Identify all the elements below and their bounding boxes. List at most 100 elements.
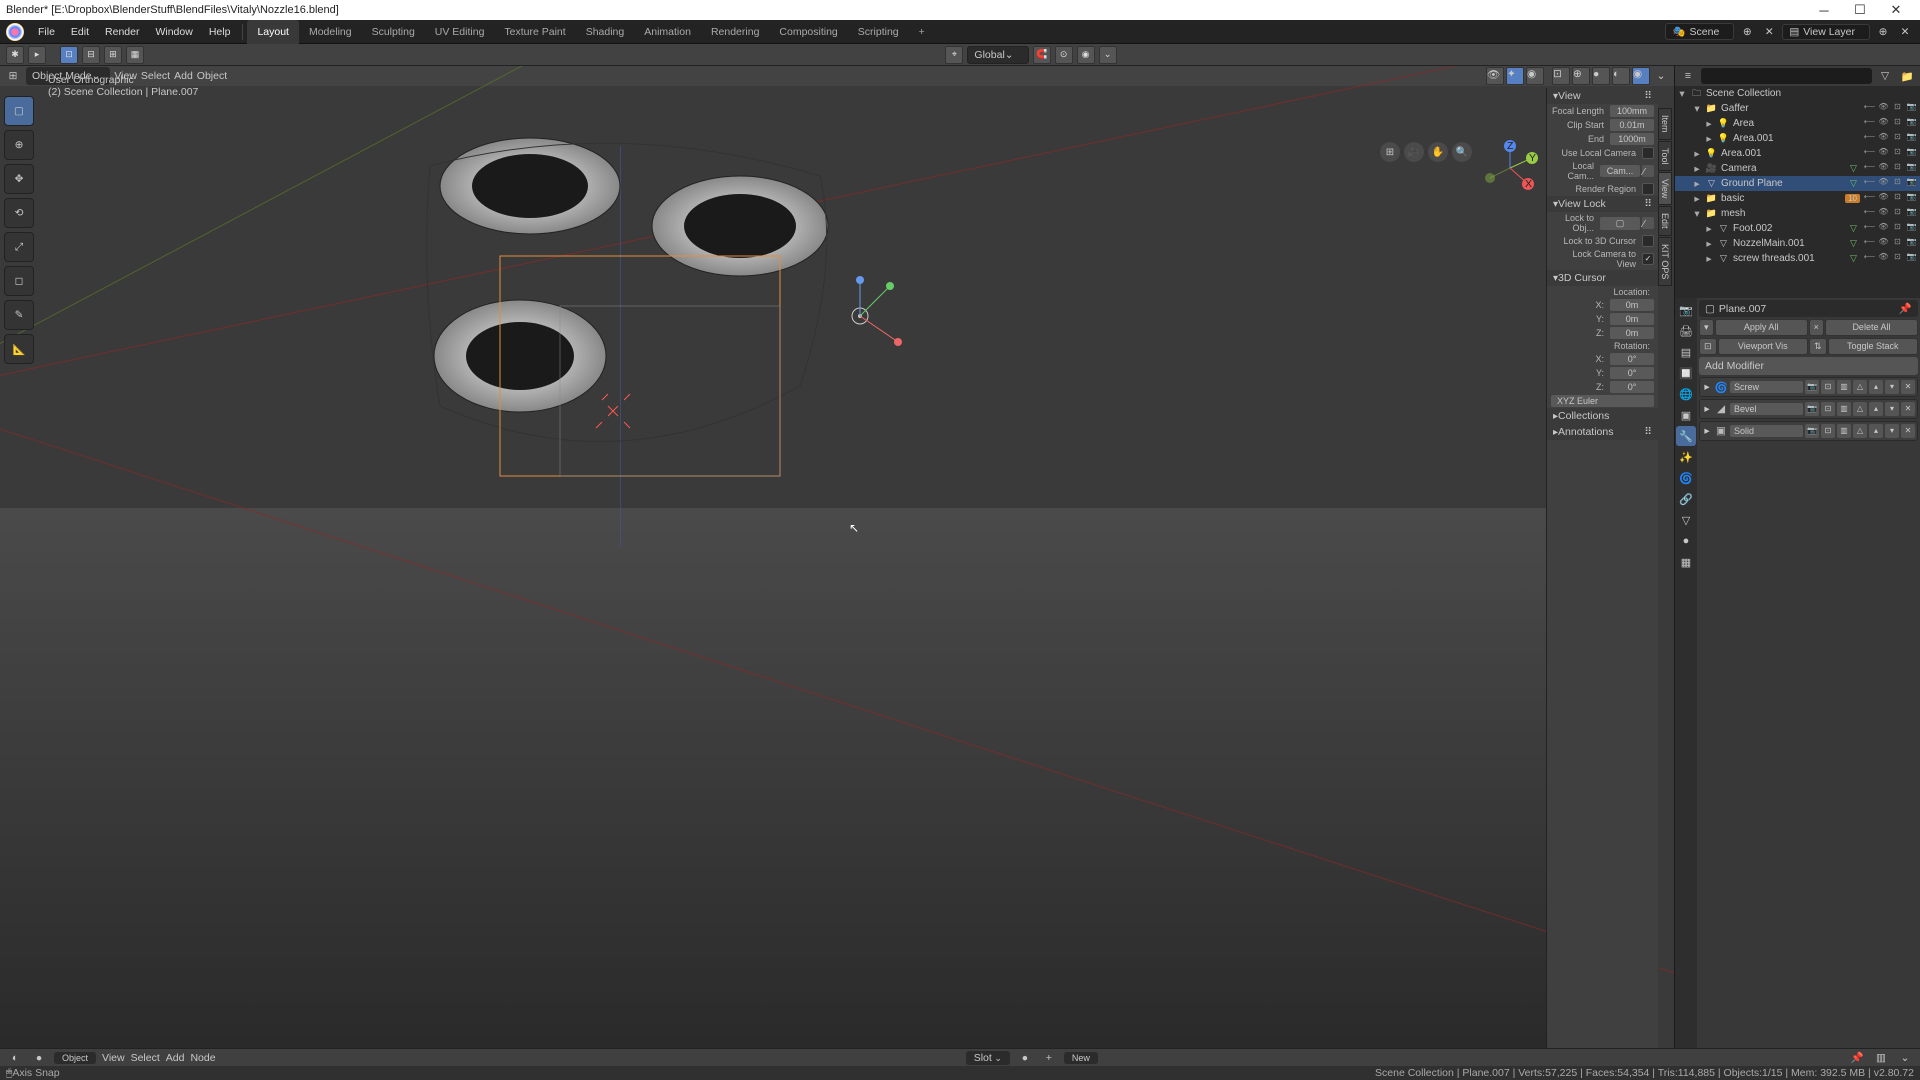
snap-vert-icon[interactable]: ⊡ (60, 46, 78, 64)
ptab-world-icon[interactable]: 🌐 (1676, 384, 1696, 404)
chevron-icon[interactable]: ▸ (1704, 223, 1714, 235)
outliner-item[interactable]: ▸▽Foot.002▽⟵👁⊡📷 (1675, 221, 1920, 236)
collapse-all-icon[interactable]: ▾ (1699, 319, 1714, 336)
toggle-stack-button[interactable]: Toggle Stack (1828, 338, 1918, 355)
ptab-physics-icon[interactable]: 🌀 (1676, 468, 1696, 488)
mod-render-icon[interactable]: 📷 (1805, 402, 1819, 416)
ptab-texture-icon[interactable]: ▦ (1676, 552, 1696, 572)
outliner-type-icon[interactable]: ≡ (1679, 67, 1697, 85)
disable-render-icon[interactable]: 📷 (1905, 132, 1918, 145)
chevron-icon[interactable]: ▸ (1704, 118, 1714, 130)
modifier-name-field[interactable]: Bevel (1730, 403, 1803, 415)
menu-window[interactable]: Window (147, 20, 200, 44)
mod-up-icon[interactable]: ▴ (1869, 380, 1883, 394)
disable-render-icon[interactable]: 📷 (1905, 207, 1918, 220)
menu-render[interactable]: Render (97, 20, 147, 44)
prop-edit-icon[interactable]: ◉ (1077, 46, 1095, 64)
chevron-icon[interactable]: ▸ (1702, 381, 1712, 393)
overlay-toggle-icon[interactable]: ◉ (1526, 67, 1544, 85)
focal-length-field[interactable]: 100mm (1610, 105, 1654, 117)
hide-icon[interactable]: 👁 (1877, 117, 1890, 130)
node-menu-select[interactable]: Select (131, 1052, 160, 1064)
nav-pan-icon[interactable]: ✋ (1428, 142, 1448, 162)
hide-icon[interactable]: 👁 (1877, 252, 1890, 265)
node-options-icon[interactable]: ⌄ (1896, 1049, 1914, 1067)
local-cam-check[interactable] (1642, 147, 1654, 159)
disable-viewport-icon[interactable]: ⊡ (1891, 192, 1904, 205)
ntab-item[interactable]: Item (1658, 108, 1672, 140)
workspace-animation[interactable]: Animation (634, 20, 701, 44)
npanel-viewlock-header[interactable]: ▾ View Lock⠿ (1547, 196, 1658, 212)
mod-cage-icon[interactable]: △ (1853, 402, 1867, 416)
node-menu-node[interactable]: Node (190, 1052, 215, 1064)
slot-select[interactable]: Slot ⌄ (966, 1051, 1010, 1065)
exclude-icon[interactable]: ⟵ (1863, 237, 1876, 250)
disable-viewport-icon[interactable]: ⊡ (1891, 177, 1904, 190)
outliner-item[interactable]: ▸🎥Camera▽⟵👁⊡📷 (1675, 161, 1920, 176)
shade-rendered-icon[interactable]: ◉ (1632, 67, 1650, 85)
hide-icon[interactable]: 👁 (1877, 132, 1890, 145)
remove-icon[interactable]: × (1809, 319, 1824, 336)
shade-solid-icon[interactable]: ● (1592, 67, 1610, 85)
object-types-icon[interactable]: 👁 (1486, 67, 1504, 85)
chevron-icon[interactable]: ▸ (1702, 425, 1712, 437)
mod-render-icon[interactable]: 📷 (1805, 380, 1819, 394)
close-button[interactable]: ✕ (1878, 2, 1914, 18)
workspace-layout[interactable]: Layout (247, 20, 299, 44)
ptab-output-icon[interactable]: 🖨 (1676, 321, 1696, 341)
disable-render-icon[interactable]: 📷 (1905, 237, 1918, 250)
menu-edit[interactable]: Edit (63, 20, 97, 44)
exclude-icon[interactable]: ⟵ (1863, 147, 1876, 160)
workspace-uv[interactable]: UV Editing (425, 20, 495, 44)
npanel-cursor-header[interactable]: ▾ 3D Cursor (1547, 270, 1658, 286)
clip-start-field[interactable]: 0.01m (1610, 119, 1654, 131)
ptab-scene-icon[interactable]: 🔲 (1676, 363, 1696, 383)
select-arrow-icon[interactable]: ▸ (28, 46, 46, 64)
outliner-item[interactable]: ▾📁Gaffer⟵👁⊡📷 (1675, 101, 1920, 116)
viewport-3d[interactable]: ⊞ Object Mode ⌄ View Select Add Object 👁… (0, 66, 1674, 1048)
chevron-icon[interactable]: ▾ (1692, 103, 1702, 115)
disable-viewport-icon[interactable]: ⊡ (1891, 162, 1904, 175)
exclude-icon[interactable]: ⟵ (1863, 222, 1876, 235)
mod-editmode-icon[interactable]: ▥ (1837, 402, 1851, 416)
cursor-z-field[interactable]: 0m (1610, 327, 1654, 339)
disable-viewport-icon[interactable]: ⊡ (1891, 252, 1904, 265)
hide-icon[interactable]: 👁 (1877, 177, 1890, 190)
disable-render-icon[interactable]: 📷 (1905, 162, 1918, 175)
rot-mode-select[interactable]: XYZ Euler (1551, 395, 1654, 407)
cursor-rx-field[interactable]: 0° (1610, 353, 1654, 365)
workspace-modeling[interactable]: Modeling (299, 20, 362, 44)
delete-all-button[interactable]: Delete All (1825, 319, 1918, 336)
hide-icon[interactable]: 👁 (1877, 147, 1890, 160)
lock-obj-eyedrop[interactable]: ⁄ (1642, 217, 1654, 229)
ptab-constraint-icon[interactable]: 🔗 (1676, 489, 1696, 509)
ntab-view[interactable]: View (1658, 172, 1672, 205)
scene-new-button[interactable]: ⊕ (1738, 23, 1756, 41)
mod-down-icon[interactable]: ▾ (1885, 402, 1899, 416)
node-pin-icon[interactable]: 📌 (1848, 1049, 1866, 1067)
hide-icon[interactable]: 👁 (1877, 102, 1890, 115)
exclude-icon[interactable]: ⟵ (1863, 192, 1876, 205)
lock-cam-check[interactable] (1642, 253, 1654, 265)
ntab-kitops[interactable]: KIT OPS (1658, 237, 1672, 286)
ptab-viewlayer-icon[interactable]: ▤ (1676, 342, 1696, 362)
add-modifier-select[interactable]: Add Modifier (1699, 357, 1918, 375)
xray-icon[interactable]: ⊡ (1552, 67, 1570, 85)
snap-edge-icon[interactable]: ⊟ (82, 46, 100, 64)
exclude-icon[interactable]: ⟵ (1863, 252, 1876, 265)
cursor-x-field[interactable]: 0m (1610, 299, 1654, 311)
outliner-item[interactable]: ▸💡Area.001⟵👁⊡📷 (1675, 131, 1920, 146)
modifier-name-field[interactable]: Screw (1730, 381, 1803, 393)
layer-new-button[interactable]: ⊕ (1874, 23, 1892, 41)
cursor-ry-field[interactable]: 0° (1610, 367, 1654, 379)
chevron-icon[interactable]: ▸ (1704, 133, 1714, 145)
disable-render-icon[interactable]: 📷 (1905, 117, 1918, 130)
cursor-pivot-icon[interactable]: ✱ (6, 46, 24, 64)
node-shader-type-icon[interactable]: ● (30, 1049, 48, 1067)
disable-render-icon[interactable]: 📷 (1905, 177, 1918, 190)
outliner-item[interactable]: ▸📁basic10⟵👁⊡📷 (1675, 191, 1920, 206)
prop-falloff-icon[interactable]: ⌄ (1099, 46, 1117, 64)
snap-target-icon[interactable]: ⊙ (1055, 46, 1073, 64)
exclude-icon[interactable]: ⟵ (1863, 102, 1876, 115)
disable-render-icon[interactable]: 📷 (1905, 147, 1918, 160)
